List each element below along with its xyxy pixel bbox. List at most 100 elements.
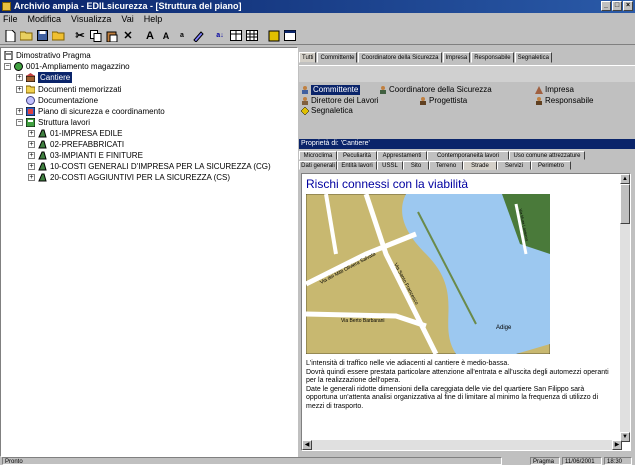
tree-item-label: 03-IMPIANTI E FINITURE [50, 151, 143, 160]
description-text: L'intensità di traffico nelle vie adiace… [306, 360, 609, 410]
tree-item-documenti[interactable]: + Documenti memorizzati [16, 84, 122, 95]
tab-committente[interactable]: Committente [317, 52, 358, 63]
resource-impresa[interactable]: Impresa [535, 85, 574, 95]
sign-icon [300, 106, 310, 116]
tab-segnaletica[interactable]: Segnaletica [514, 52, 552, 63]
tab-strade[interactable]: Strade [463, 161, 497, 170]
expand-toggle[interactable]: + [16, 74, 23, 81]
tab-ussl[interactable]: USSL [377, 161, 403, 170]
collapse-toggle[interactable]: − [16, 119, 23, 126]
tab-tutti[interactable]: Tutti [299, 52, 317, 63]
font-bold-icon[interactable]: A [143, 29, 157, 43]
plan-icon [25, 106, 36, 117]
new-icon[interactable] [3, 29, 17, 43]
tree-item-work[interactable]: + 01-IMPRESA EDILE [28, 128, 122, 139]
scroll-thumb[interactable] [620, 184, 630, 224]
tab-entita-lavori[interactable]: Entità lavori [337, 161, 377, 170]
menu-visualizza[interactable]: Visualizza [71, 13, 111, 26]
tree-item-label: Dimostrativo Pragma [16, 51, 91, 60]
menu-modifica[interactable]: Modifica [28, 13, 62, 26]
properties-content: Rischi connessi con la viabilità Via dei… [301, 173, 631, 451]
status-date: 11/06/2001 [562, 457, 602, 465]
map-label-river: Adige [496, 325, 512, 331]
section-heading: Rischi connessi con la viabilità [306, 177, 469, 191]
right-pane: Tutti Committente Coordinatore della Sic… [299, 47, 635, 457]
minimize-button[interactable]: _ [601, 1, 611, 11]
toolbar: ✂ ✕ A A a a↓ [0, 27, 635, 45]
resource-direttore[interactable]: Direttore dei Lavori [301, 96, 379, 106]
expand-toggle[interactable]: + [16, 86, 23, 93]
menu-help[interactable]: Help [144, 13, 163, 26]
status-time: 18:30 [604, 457, 632, 465]
scroll-left-button[interactable]: ◀ [302, 440, 312, 450]
tab-microclima[interactable]: Microclima [299, 151, 337, 160]
resource-responsabile[interactable]: Responsabile [535, 96, 593, 106]
sort-icon[interactable]: a↓ [213, 29, 227, 43]
company-icon [535, 86, 543, 94]
work-icon [38, 151, 47, 160]
resource-progettista[interactable]: Progettista [419, 96, 467, 106]
resource-coordinatore[interactable]: Coordinatore della Sicurezza [379, 85, 492, 95]
grid-icon[interactable] [245, 29, 259, 43]
scroll-up-button[interactable]: ▲ [620, 174, 630, 184]
collapse-toggle[interactable]: − [4, 63, 11, 70]
tree-item-work[interactable]: + 03-IMPIANTI E FINITURE [28, 150, 143, 161]
tab-coordinatore[interactable]: Coordinatore della Sicurezza [358, 52, 442, 63]
expand-toggle[interactable]: + [28, 152, 35, 159]
tree-item-struttura[interactable]: − Struttura lavori [16, 117, 90, 128]
properties-icon[interactable] [267, 29, 281, 43]
close-button[interactable]: × [623, 1, 633, 11]
tree-item-work[interactable]: + 20-COSTI AGGIUNTIVI PER LA SICUREZZA (… [28, 172, 230, 183]
resource-segnaletica[interactable]: Segnaletica [300, 106, 353, 116]
tree-item-label: Documentazione [38, 96, 99, 105]
cut-icon[interactable]: ✂ [73, 29, 87, 43]
horizontal-scrollbar[interactable]: ◀ ▶ [302, 440, 622, 450]
tab-uso-comune[interactable]: Uso comune attrezzature [509, 151, 585, 160]
tab-impresa[interactable]: Impresa [442, 52, 471, 63]
tab-peculiarita[interactable]: Peculiarità [337, 151, 377, 160]
folder-icon[interactable] [51, 29, 65, 43]
work-icon [38, 173, 47, 182]
expand-toggle[interactable]: + [16, 108, 23, 115]
format-icon[interactable] [191, 29, 205, 43]
tab-dati-generali[interactable]: Dati generali [299, 161, 337, 170]
scroll-right-button[interactable]: ▶ [612, 440, 622, 450]
delete-icon[interactable]: ✕ [121, 29, 135, 43]
window-icon[interactable] [283, 29, 297, 43]
status-user: Pragma [530, 457, 560, 465]
tree-item-work[interactable]: + 02-PREFABBRICATI [28, 139, 124, 150]
tree-item-work[interactable]: + 10-COSTI GENERALI D'IMPRESA PER LA SIC… [28, 161, 271, 172]
tab-sito[interactable]: Sito [403, 161, 429, 170]
resource-list: Committente Coordinatore della Sicurezza… [299, 65, 635, 135]
tab-servizi[interactable]: Servizi [497, 161, 531, 170]
tab-perimetro[interactable]: Perimetro [531, 161, 571, 170]
maximize-button[interactable]: □ [612, 1, 622, 11]
tree-pane[interactable]: Dimostrativo Pragma − 001-Ampliamento ma… [0, 47, 298, 457]
save-icon[interactable] [35, 29, 49, 43]
tab-responsabile[interactable]: Responsabile [471, 52, 514, 63]
resource-committente[interactable]: Committente [301, 85, 361, 95]
expand-toggle[interactable]: + [28, 174, 35, 181]
open-icon[interactable] [19, 29, 33, 43]
expand-toggle[interactable]: + [28, 130, 35, 137]
tree-item-project[interactable]: Dimostrativo Pragma [4, 50, 91, 61]
vertical-scrollbar[interactable]: ▲ ▼ [620, 174, 630, 442]
font-size-down-icon[interactable]: a [175, 29, 189, 43]
menu-file[interactable]: File [3, 13, 18, 26]
expand-toggle[interactable]: + [28, 141, 35, 148]
tree-item-cantiere[interactable]: + Cantiere [16, 72, 73, 83]
tab-terreno[interactable]: Terreno [429, 161, 463, 170]
expand-toggle[interactable]: + [28, 163, 35, 170]
table-icon[interactable] [229, 29, 243, 43]
tab-contemporaneita[interactable]: Contemporaneità lavori [427, 151, 509, 160]
copy-icon[interactable] [89, 29, 103, 43]
tab-apprestamenti[interactable]: Apprestamenti [377, 151, 427, 160]
structure-icon [25, 117, 36, 128]
font-size-up-icon[interactable]: A [159, 29, 173, 43]
properties-tabs-row1: Microclima Peculiarità Apprestamenti Con… [299, 151, 585, 160]
tree-item-ampliamento[interactable]: − 001-Ampliamento magazzino [4, 61, 130, 72]
paste-icon[interactable] [105, 29, 119, 43]
tree-item-piano[interactable]: + Piano di sicurezza e coordinamento [16, 106, 165, 117]
menu-vai[interactable]: Vai [121, 13, 133, 26]
tree-item-documentazione[interactable]: Documentazione [26, 95, 98, 106]
